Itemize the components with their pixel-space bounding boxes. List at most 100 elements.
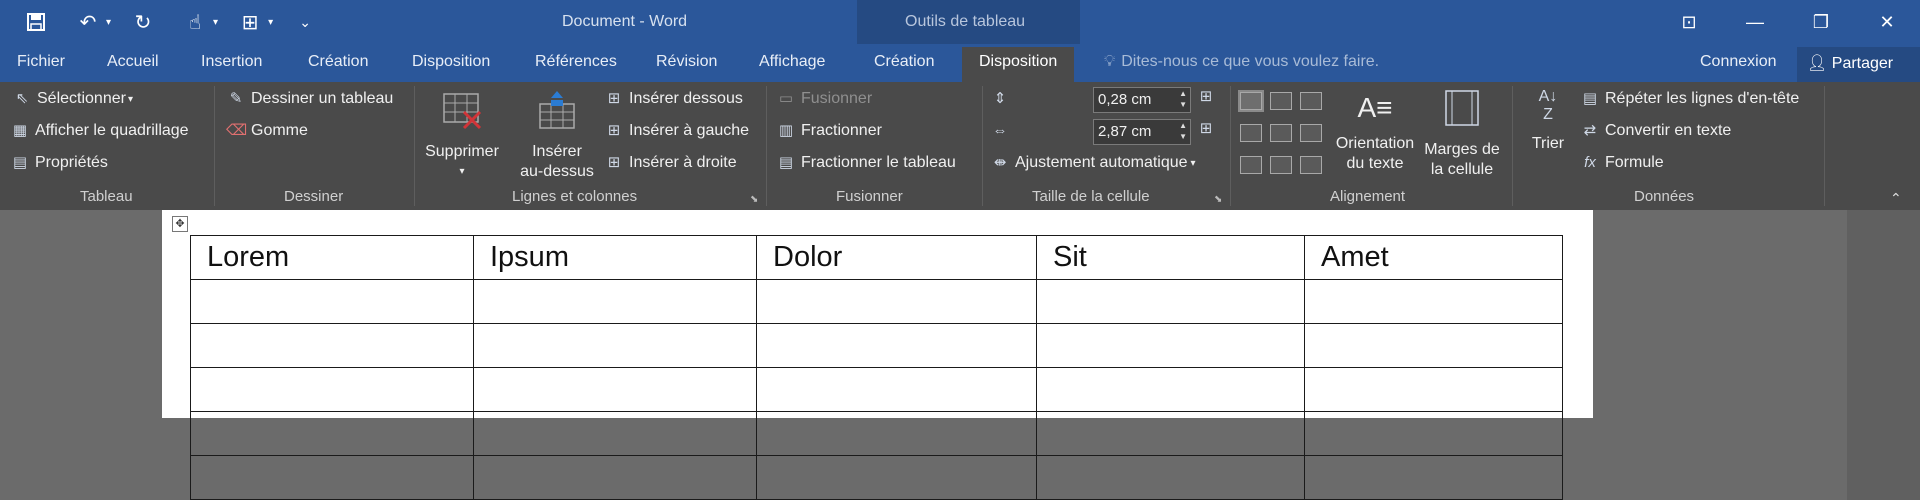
table-move-handle-icon[interactable]: ✥ [172,216,188,232]
align-middle-right-icon[interactable] [1300,124,1322,142]
cell-margins-button[interactable]: Marges de la cellule [1420,88,1504,180]
table-cell[interactable] [190,455,474,500]
tab-creation[interactable]: Création [308,53,368,71]
align-bottom-center-icon[interactable] [1270,156,1292,174]
insert-below-button[interactable]: ⊞ Insérer dessous [604,90,743,108]
save-icon[interactable] [22,8,50,36]
table-cell[interactable] [473,279,757,324]
redo-icon[interactable]: ↻ [129,8,157,36]
sort-button[interactable]: A↓ Z Trier [1520,88,1576,154]
tab-accueil[interactable]: Accueil [107,53,159,71]
insert-above-button[interactable]: Insérer au-dessus [515,90,599,182]
align-bottom-right-icon[interactable] [1300,156,1322,174]
distribute-columns-icon[interactable]: ⊞ [1196,120,1221,138]
align-top-right-icon[interactable] [1300,92,1322,110]
dialog-launcher-icon[interactable]: ⬊ [750,194,758,205]
delete-button[interactable]: Supprimer ▾ [420,90,504,182]
customize-icon[interactable]: ⌄ [291,8,319,36]
distribute-rows-icon[interactable]: ⊞ [1196,88,1221,106]
table-cell[interactable]: Amet [1304,235,1563,280]
split-table-button[interactable]: ▤ Fractionner le tableau [776,154,956,172]
sign-in-link[interactable]: Connexion [1700,53,1777,71]
eraser-button[interactable]: ⌫ Gomme [226,122,308,140]
close-icon[interactable]: ✕ [1854,0,1920,44]
table-cell[interactable] [1304,367,1563,412]
convert-to-text-button[interactable]: ⇄ Convertir en texte [1580,122,1732,140]
table-cell[interactable] [1304,279,1563,324]
table-cell[interactable] [473,455,757,500]
touch-mode-dropdown-icon[interactable]: ▾ [213,17,218,28]
view-gridlines-button[interactable]: ▦ Afficher le quadrillage [10,122,189,140]
table-cell[interactable] [190,367,474,412]
tab-insertion[interactable]: Insertion [201,53,262,71]
table-cell[interactable] [1036,411,1305,456]
share-button[interactable]: 👤︎ Partager [1797,47,1920,82]
table-cell[interactable] [473,367,757,412]
dialog-launcher-icon[interactable]: ⬊ [1214,194,1222,205]
table-cell[interactable]: Ipsum [473,235,757,280]
split-cells-button[interactable]: ▥ Fractionner [776,122,882,140]
restore-icon[interactable]: ❐ [1788,0,1854,44]
table-cell[interactable] [1304,411,1563,456]
table-cell[interactable] [1036,323,1305,368]
table-cell[interactable] [756,455,1037,500]
text-direction-button[interactable]: A≡ Orientation du texte [1330,88,1420,174]
table-cell[interactable] [756,411,1037,456]
insert-left-button[interactable]: ⊞ Insérer à gauche [604,122,749,140]
table-cell[interactable] [1036,455,1305,500]
undo-dropdown-icon[interactable]: ▾ [106,17,111,28]
select-button[interactable]: ⇖ Sélectionner ▾ [12,90,133,108]
table-cell[interactable] [1036,279,1305,324]
touch-mode-icon[interactable]: ☝ [181,8,209,36]
repeat-header-rows-button[interactable]: ▤ Répéter les lignes d'en-tête [1580,90,1799,108]
lightbulb-icon: 💡︎ [1104,53,1116,70]
table-dropdown-icon[interactable]: ▾ [268,17,273,28]
align-middle-left-icon[interactable] [1240,124,1262,142]
align-bottom-left-icon[interactable] [1240,156,1262,174]
table-cell[interactable] [190,279,474,324]
column-width-input[interactable]: 2,87 cm ▲ ▼ [1093,119,1191,145]
table-cell[interactable] [473,323,757,368]
tab-references[interactable]: Références [535,53,617,71]
table-cell[interactable] [756,367,1037,412]
insert-right-button[interactable]: ⊞ Insérer à droite [604,154,737,172]
table-cell[interactable] [190,323,474,368]
draw-table-button[interactable]: ✎ Dessiner un tableau [226,90,394,108]
align-top-center-icon[interactable] [1270,92,1292,110]
collapse-ribbon-icon[interactable]: ⌃ [1890,190,1902,207]
table-row [190,279,1563,324]
table-cell[interactable] [756,279,1037,324]
table-cell[interactable] [190,411,474,456]
align-top-left-icon[interactable] [1238,90,1264,112]
table-cell[interactable] [1304,455,1563,500]
table-cell[interactable]: Lorem [190,235,474,280]
formula-button[interactable]: fx Formule [1580,154,1664,172]
tab-disposition[interactable]: Disposition [412,53,490,71]
table-cell[interactable] [473,411,757,456]
table-cell[interactable]: Dolor [756,235,1037,280]
spinner-arrows-icon[interactable]: ▲ ▼ [1179,120,1187,142]
document-table[interactable]: Lorem Ipsum Dolor Sit Amet [190,235,1563,500]
minimize-icon[interactable]: — [1722,0,1788,44]
tell-me-search[interactable]: 💡︎ Dites-nous ce que vous voulez faire. [1104,53,1379,71]
ribbon-display-options-icon[interactable]: ⊡ [1656,0,1722,44]
tab-table-creation[interactable]: Création [874,53,934,71]
tab-fichier[interactable]: Fichier [17,53,65,71]
vertical-scrollbar-region[interactable] [1847,210,1920,500]
undo-icon[interactable]: ↶ [74,8,102,36]
autofit-button[interactable]: ⇼ Ajustement automatique ▾ [990,154,1196,172]
align-middle-center-icon[interactable] [1270,124,1292,142]
table-cell[interactable] [756,323,1037,368]
row-height-input[interactable]: 0,28 cm ▲ ▼ [1093,87,1191,113]
table-icon[interactable]: ⊞ [236,8,264,36]
merge-cells-button[interactable]: ▭ Fusionner [776,90,872,108]
tab-affichage[interactable]: Affichage [759,53,825,71]
table-cell[interactable]: Sit [1036,235,1305,280]
tab-revision[interactable]: Révision [656,53,717,71]
tab-table-disposition[interactable]: Disposition [962,47,1075,82]
properties-button[interactable]: ▤ Propriétés [10,154,108,172]
spinner-arrows-icon[interactable]: ▲ ▼ [1179,88,1187,110]
table-cell[interactable] [1304,323,1563,368]
group-separator [1230,86,1231,206]
table-cell[interactable] [1036,367,1305,412]
